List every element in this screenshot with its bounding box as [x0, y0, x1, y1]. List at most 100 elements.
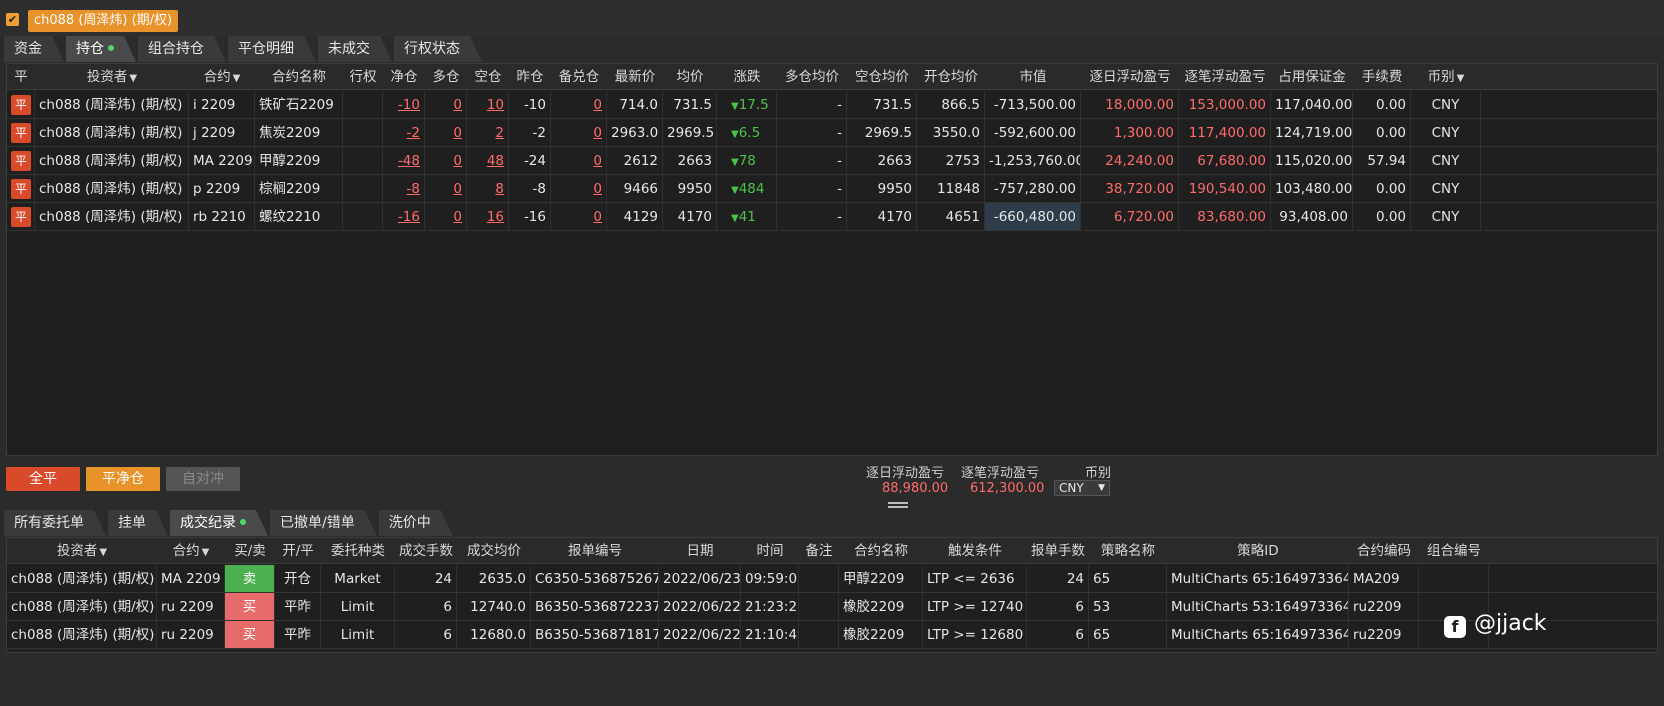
table-row[interactable]: ch088 (周泽炜) (期/权) MA 2209 卖 开仓 Market 24 2635.…: [7, 565, 1657, 593]
table-row[interactable]: 平 ch088 (周泽炜) (期/权) MA 2209 甲醇2209 -48 0 48 -24…: [7, 147, 1657, 175]
column-header[interactable]: 均价: [663, 64, 717, 89]
filter-icon[interactable]: ▼: [99, 547, 107, 558]
filter-icon[interactable]: ▼: [1457, 73, 1465, 84]
tab-orders-4[interactable]: 洗价中: [379, 510, 453, 536]
column-header[interactable]: 平: [7, 64, 35, 89]
column-header[interactable]: 投资者 ▼: [35, 64, 189, 89]
column-header[interactable]: 空仓均价: [847, 64, 917, 89]
short-link[interactable]: 8: [495, 181, 504, 197]
self-hedge-button[interactable]: 自对冲: [166, 467, 240, 491]
column-header[interactable]: 开仓均价: [917, 64, 985, 89]
table-row[interactable]: 平 ch088 (周泽炜) (期/权) p 2209 棕榈2209 -8 0 8 -8 0 946…: [7, 175, 1657, 203]
tab-positions-2[interactable]: 组合持仓: [138, 36, 226, 62]
tab-positions-5[interactable]: 行权状态: [394, 36, 482, 62]
column-header[interactable]: 成交手数: [395, 538, 457, 563]
currency-select-value: CNY: [1059, 481, 1084, 495]
column-header[interactable]: 委托种类: [321, 538, 395, 563]
column-header[interactable]: 手续费: [1353, 64, 1411, 89]
column-header[interactable]: 合约名称: [839, 538, 923, 563]
column-header[interactable]: 合约编码: [1349, 538, 1419, 563]
column-header[interactable]: 策略名称: [1089, 538, 1167, 563]
column-header[interactable]: 币别 ▼: [1411, 64, 1481, 89]
net-link[interactable]: -10: [398, 97, 420, 113]
covered-link[interactable]: 0: [593, 125, 602, 141]
long-link[interactable]: 0: [453, 97, 462, 113]
column-header[interactable]: 逐笔浮动盈亏: [1179, 64, 1271, 89]
column-header[interactable]: 触发条件: [923, 538, 1027, 563]
column-header[interactable]: 最新价: [607, 64, 663, 89]
table-row[interactable]: 平 ch088 (周泽炜) (期/权) i 2209 铁矿石2209 -10 0 10 -10…: [7, 91, 1657, 119]
long-link[interactable]: 0: [453, 181, 462, 197]
table-row[interactable]: 平 ch088 (周泽炜) (期/权) j 2209 焦炭2209 -2 0 2 -2 0 296…: [7, 119, 1657, 147]
column-header[interactable]: 成交均价: [457, 538, 531, 563]
column-header[interactable]: 开/平: [275, 538, 321, 563]
currency-select[interactable]: CNY ▼: [1054, 480, 1110, 496]
account-tag[interactable]: ch088 (周泽炜) (期/权): [28, 10, 179, 32]
column-header[interactable]: 时间: [741, 538, 799, 563]
covered-link[interactable]: 0: [593, 181, 602, 197]
tab-orders-3[interactable]: 已撤单/错单: [270, 510, 377, 536]
long-link[interactable]: 0: [453, 209, 462, 225]
filter-icon[interactable]: ▼: [129, 73, 137, 84]
tab-positions-3[interactable]: 平仓明细: [228, 36, 316, 62]
filter-icon[interactable]: ▼: [202, 547, 210, 558]
column-header[interactable]: 日期: [659, 538, 741, 563]
tab-positions-1[interactable]: 持仓: [66, 36, 136, 62]
table-row[interactable]: ch088 (周泽炜) (期/权) ru 2209 买 平昨 Limit 6 12680.0…: [7, 621, 1657, 649]
cell-chg: ▼484: [717, 175, 777, 202]
covered-link[interactable]: 0: [593, 153, 602, 169]
short-link[interactable]: 48: [487, 153, 504, 169]
column-header[interactable]: 合约 ▼: [157, 538, 225, 563]
close-net-button[interactable]: 平净仓: [86, 467, 160, 491]
column-header[interactable]: 合约 ▼: [189, 64, 255, 89]
table-row[interactable]: 平 ch088 (周泽炜) (期/权) rb 2210 螺纹2210 -16 0 16 -16…: [7, 203, 1657, 231]
cell-value: 2753: [945, 153, 980, 169]
filter-icon[interactable]: ▼: [233, 73, 241, 84]
short-link[interactable]: 10: [487, 97, 504, 113]
column-header[interactable]: 合约名称: [255, 64, 343, 89]
short-link[interactable]: 16: [487, 209, 504, 225]
column-header[interactable]: 逐日浮动盈亏: [1081, 64, 1179, 89]
short-link[interactable]: 2: [495, 125, 504, 141]
cell-avg: 2663: [663, 147, 717, 174]
column-header[interactable]: 买/卖: [225, 538, 275, 563]
close-position-button[interactable]: 平: [11, 179, 31, 199]
column-header[interactable]: 报单手数: [1027, 538, 1089, 563]
column-header[interactable]: 备兑仓: [551, 64, 607, 89]
column-header[interactable]: 策略ID: [1167, 538, 1349, 563]
net-link[interactable]: -8: [407, 181, 420, 197]
column-header[interactable]: 昨仓: [509, 64, 551, 89]
column-header[interactable]: 占用保证金: [1271, 64, 1353, 89]
tab-positions-4[interactable]: 未成交: [318, 36, 392, 62]
column-header[interactable]: 组合编号: [1419, 538, 1489, 563]
panel-splitter-handle[interactable]: [888, 502, 908, 508]
tab-orders-1[interactable]: 挂单: [108, 510, 168, 536]
column-header[interactable]: 市值: [985, 64, 1081, 89]
net-link[interactable]: -16: [398, 209, 420, 225]
column-header[interactable]: 行权: [343, 64, 383, 89]
column-header[interactable]: 空仓: [467, 64, 509, 89]
close-all-button[interactable]: 全平: [6, 467, 80, 491]
tab-orders-0[interactable]: 所有委托单: [4, 510, 106, 536]
long-link[interactable]: 0: [453, 153, 462, 169]
column-header[interactable]: 净仓: [383, 64, 425, 89]
close-position-button[interactable]: 平: [11, 207, 31, 227]
covered-link[interactable]: 0: [593, 209, 602, 225]
close-position-button[interactable]: 平: [11, 151, 31, 171]
tab-positions-0[interactable]: 资金: [4, 36, 64, 62]
column-header[interactable]: 多仓均价: [777, 64, 847, 89]
table-row[interactable]: ch088 (周泽炜) (期/权) ru 2209 买 平昨 Limit 6 12740.0…: [7, 593, 1657, 621]
column-header[interactable]: 投资者 ▼: [7, 538, 157, 563]
close-position-button[interactable]: 平: [11, 95, 31, 115]
tab-orders-2[interactable]: 成交纪录: [170, 510, 268, 536]
net-link[interactable]: -2: [407, 125, 420, 141]
covered-link[interactable]: 0: [593, 97, 602, 113]
long-link[interactable]: 0: [453, 125, 462, 141]
column-header[interactable]: 多仓: [425, 64, 467, 89]
column-header[interactable]: 报单编号: [531, 538, 659, 563]
net-link[interactable]: -48: [398, 153, 420, 169]
column-header[interactable]: 涨跌: [717, 64, 777, 89]
column-header[interactable]: 备注: [799, 538, 839, 563]
account-checkbox[interactable]: ✔: [6, 13, 19, 26]
close-position-button[interactable]: 平: [11, 123, 31, 143]
